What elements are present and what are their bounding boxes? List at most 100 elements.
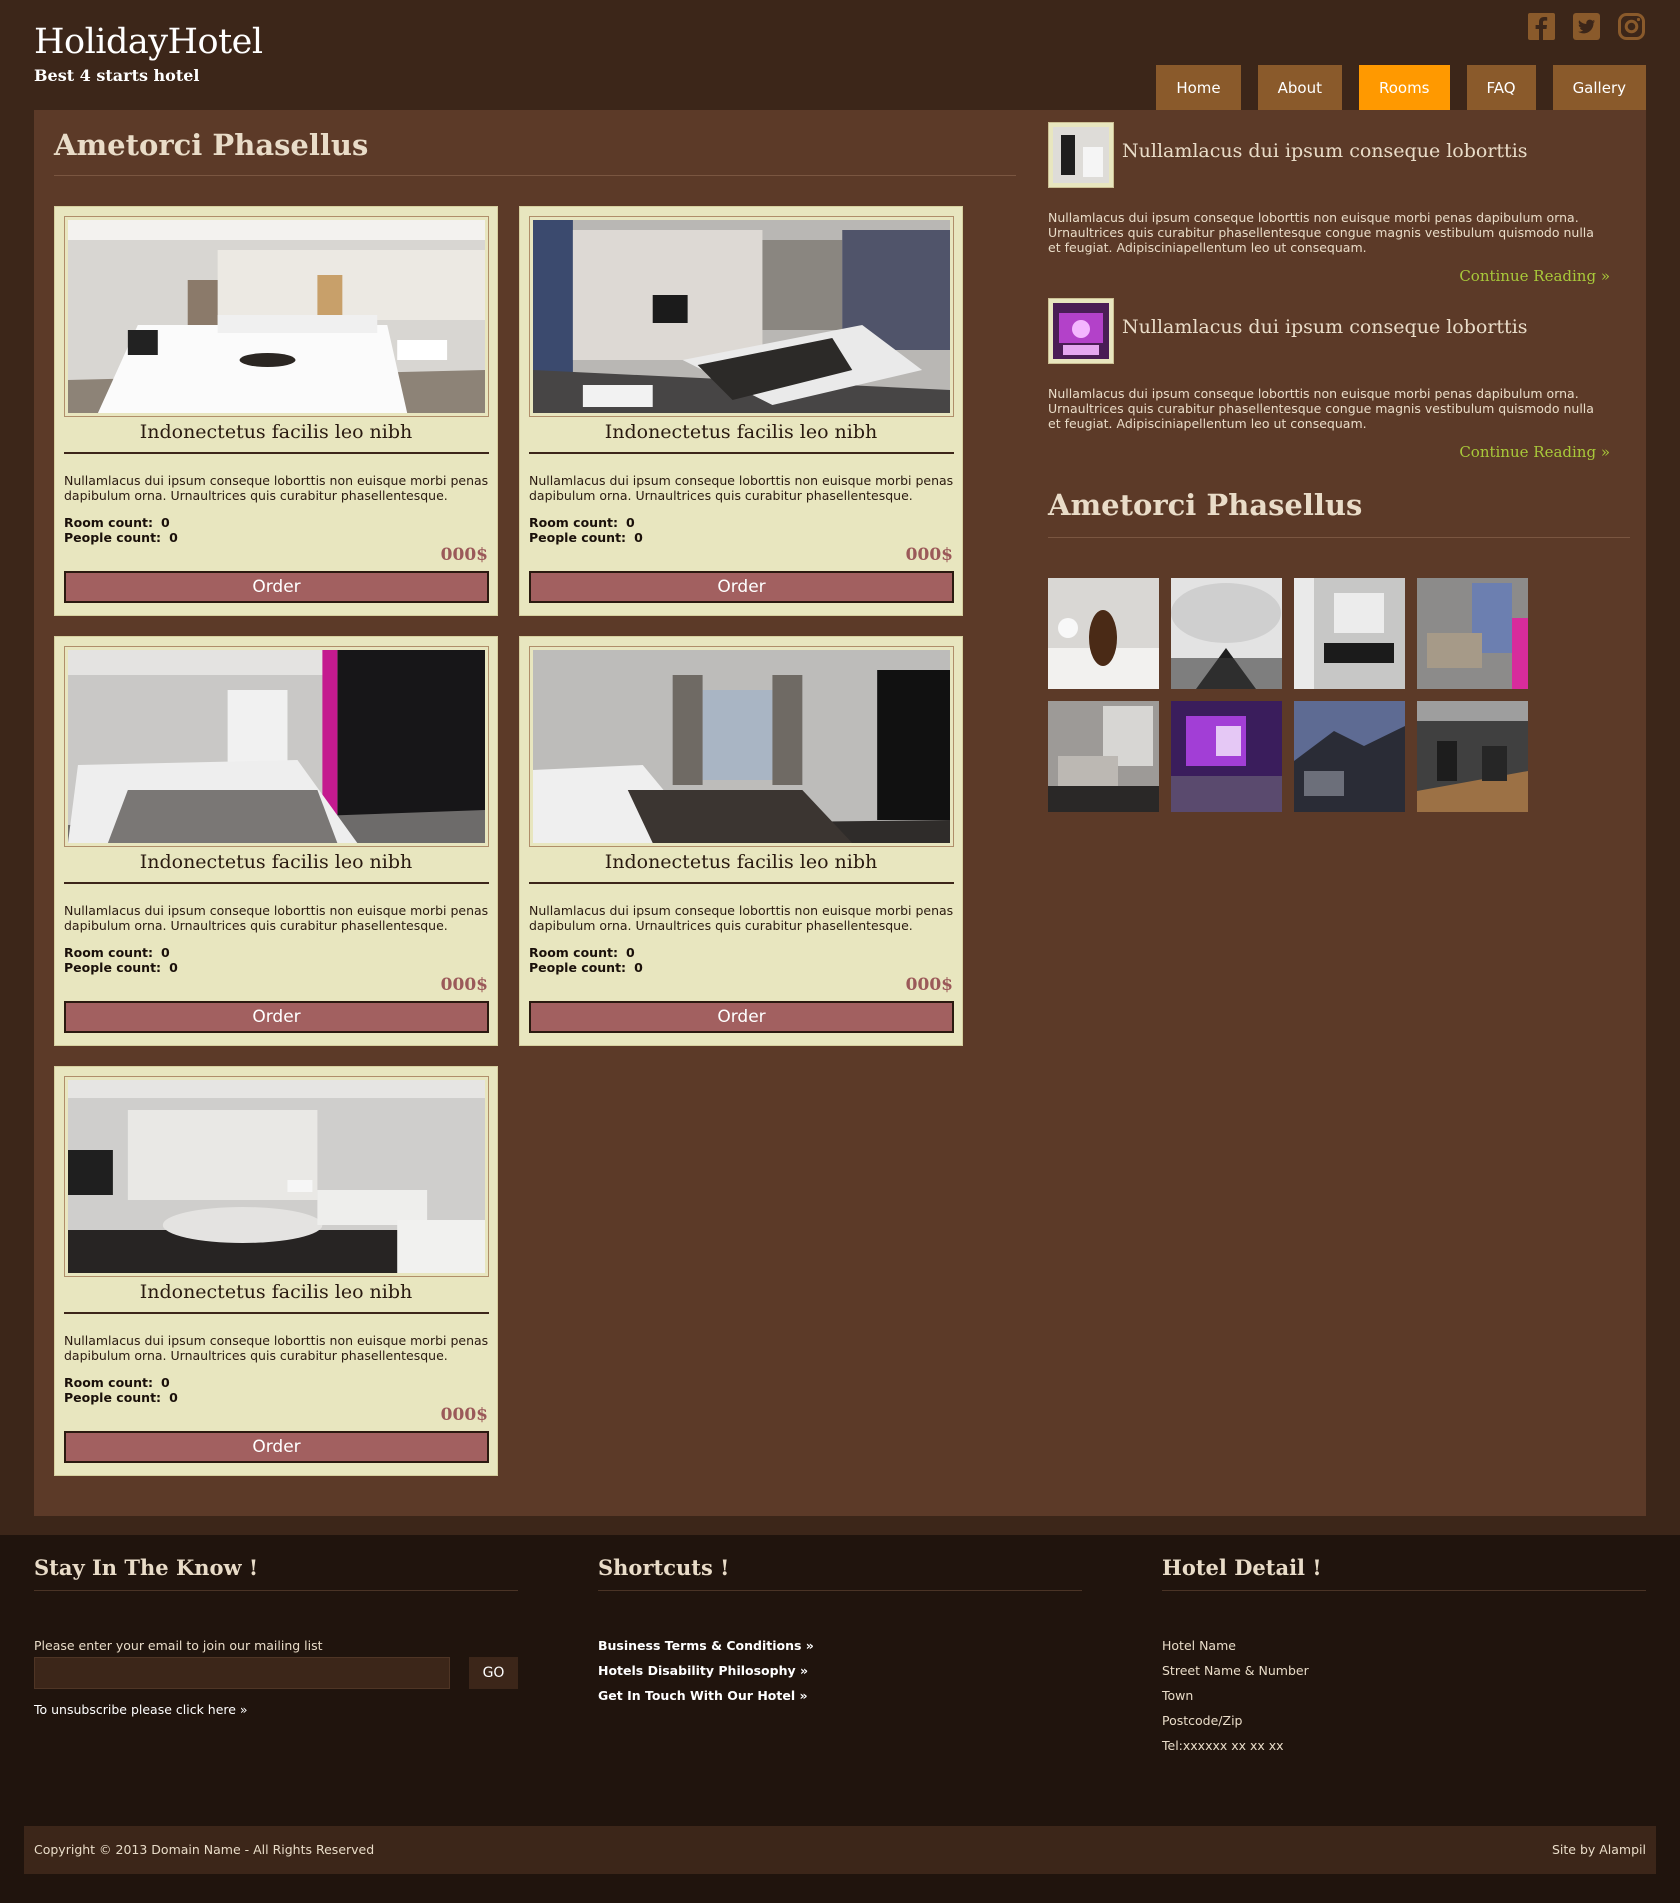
people-count-value: 0	[169, 960, 178, 975]
continue-reading-link[interactable]: Continue Reading »	[1459, 267, 1610, 285]
instagram-icon[interactable]	[1617, 12, 1646, 41]
room-count-value: 0	[160, 1375, 170, 1390]
gallery-thumbnail[interactable]	[1417, 578, 1528, 689]
continue-reading-link[interactable]: Continue Reading »	[1459, 443, 1610, 461]
main-panel: Ametorci Phasellus Indonectetus facilis …	[34, 110, 1646, 1516]
gallery-thumbnail[interactable]	[1294, 701, 1405, 812]
copyright-text: Copyright © 2013 Domain Name - All Right…	[34, 1842, 375, 1857]
main-nav: Home About Rooms FAQ Gallery	[1156, 65, 1646, 110]
gallery-thumbnail[interactable]	[1294, 578, 1405, 689]
post-title[interactable]: Nullamlacus dui ipsum conseque loborttis	[1122, 140, 1528, 162]
divider	[529, 882, 954, 884]
order-button[interactable]: Order	[529, 1001, 954, 1033]
gallery-thumbnail[interactable]	[1417, 701, 1528, 812]
order-button[interactable]: Order	[64, 571, 489, 603]
room-count-label: Room count:	[529, 515, 618, 530]
hotel-detail-line: Street Name & Number	[1162, 1663, 1309, 1678]
shortcut-link[interactable]: Get In Touch With Our Hotel »	[598, 1688, 808, 1703]
room-description: Nullamlacus dui ipsum conseque loborttis…	[529, 903, 954, 933]
room-meta: Room count: 0 People count: 0	[529, 515, 643, 545]
room-photo[interactable]	[64, 1076, 489, 1277]
nav-about[interactable]: About	[1257, 65, 1342, 110]
divider	[64, 1312, 489, 1314]
photo-gallery	[1048, 578, 1528, 812]
copyright-bar: Copyright © 2013 Domain Name - All Right…	[24, 1826, 1656, 1874]
content-title: Ametorci Phasellus	[54, 128, 369, 162]
go-button[interactable]: GO	[469, 1657, 518, 1689]
room-card: Indonectetus facilis leo nibh Nullamlacu…	[54, 206, 498, 616]
room-title: Indonectetus facilis leo nibh	[604, 421, 878, 443]
nav-rooms[interactable]: Rooms	[1358, 65, 1450, 110]
divider	[34, 1590, 518, 1591]
divider	[598, 1590, 1082, 1591]
room-count-value: 0	[160, 515, 170, 530]
hotel-detail-line: Tel:xxxxxx xx xx xx	[1162, 1738, 1284, 1753]
facebook-icon[interactable]	[1527, 12, 1556, 41]
site-credit-link[interactable]: Site by Alampil	[1552, 1842, 1646, 1857]
room-photo[interactable]	[529, 216, 954, 417]
unsubscribe-link[interactable]: To unsubscribe please click here »	[34, 1702, 248, 1717]
divider	[1048, 537, 1630, 538]
email-field[interactable]	[34, 1657, 450, 1689]
social-links	[1527, 12, 1646, 41]
room-meta: Room count: 0 People count: 0	[64, 1375, 178, 1405]
shortcut-link[interactable]: Hotels Disability Philosophy »	[598, 1663, 808, 1678]
room-card: Indonectetus facilis leo nibh Nullamlacu…	[519, 206, 963, 616]
shortcuts-section: Shortcuts ! Business Terms & Conditions …	[598, 1555, 1082, 1755]
nav-faq[interactable]: FAQ	[1466, 65, 1536, 110]
people-count-value: 0	[169, 530, 178, 545]
shortcut-link[interactable]: Business Terms & Conditions »	[598, 1638, 814, 1653]
gallery-thumbnail[interactable]	[1048, 701, 1159, 812]
nav-gallery[interactable]: Gallery	[1552, 65, 1646, 110]
room-photo[interactable]	[64, 646, 489, 847]
room-count-label: Room count:	[64, 515, 153, 530]
divider	[529, 452, 954, 454]
room-count-value: 0	[160, 945, 170, 960]
newsletter-label: Please enter your email to join our mail…	[34, 1638, 323, 1653]
post-text: Nullamlacus dui ipsum conseque loborttis…	[1048, 210, 1594, 255]
room-price: 000$	[440, 545, 488, 565]
room-description: Nullamlacus dui ipsum conseque loborttis…	[64, 903, 489, 933]
order-button[interactable]: Order	[64, 1431, 489, 1463]
gallery-thumbnail[interactable]	[1171, 578, 1282, 689]
people-count-label: People count:	[529, 960, 627, 975]
hotel-detail-line: Postcode/Zip	[1162, 1713, 1243, 1728]
gallery-title: Ametorci Phasellus	[1048, 488, 1363, 522]
room-count-value: 0	[625, 515, 635, 530]
people-count-label: People count:	[64, 960, 162, 975]
gallery-thumbnail[interactable]	[1048, 578, 1159, 689]
hotel-detail-section: Hotel Detail ! Hotel Name Street Name & …	[1162, 1555, 1646, 1755]
room-count-value: 0	[625, 945, 635, 960]
room-card: Indonectetus facilis leo nibh Nullamlacu…	[519, 636, 963, 1046]
gallery-thumbnail[interactable]	[1171, 701, 1282, 812]
post-title[interactable]: Nullamlacus dui ipsum conseque loborttis	[1122, 316, 1528, 338]
twitter-icon[interactable]	[1572, 12, 1601, 41]
room-price: 000$	[440, 1405, 488, 1425]
room-photo[interactable]	[64, 216, 489, 417]
room-card: Indonectetus facilis leo nibh Nullamlacu…	[54, 1066, 498, 1476]
room-title: Indonectetus facilis leo nibh	[139, 851, 413, 873]
people-count-value: 0	[634, 960, 643, 975]
room-title: Indonectetus facilis leo nibh	[139, 421, 413, 443]
room-description: Nullamlacus dui ipsum conseque loborttis…	[64, 473, 489, 503]
post-text: Nullamlacus dui ipsum conseque loborttis…	[1048, 386, 1594, 431]
people-count-value: 0	[169, 1390, 178, 1405]
room-count-label: Room count:	[64, 945, 153, 960]
room-meta: Room count: 0 People count: 0	[64, 515, 178, 545]
order-button[interactable]: Order	[64, 1001, 489, 1033]
newsletter-section: Stay In The Know ! Please enter your ema…	[34, 1555, 518, 1755]
room-price: 000$	[440, 975, 488, 995]
order-button[interactable]: Order	[529, 571, 954, 603]
post-thumbnail[interactable]	[1048, 122, 1114, 188]
people-count-value: 0	[634, 530, 643, 545]
room-description: Nullamlacus dui ipsum conseque loborttis…	[64, 1333, 489, 1363]
room-meta: Room count: 0 People count: 0	[529, 945, 643, 975]
room-photo[interactable]	[529, 646, 954, 847]
nav-home[interactable]: Home	[1156, 65, 1241, 110]
people-count-label: People count:	[64, 1390, 162, 1405]
room-description: Nullamlacus dui ipsum conseque loborttis…	[529, 473, 954, 503]
people-count-label: People count:	[64, 530, 162, 545]
post-thumbnail[interactable]	[1048, 298, 1114, 364]
hotel-detail-heading: Hotel Detail !	[1162, 1555, 1322, 1580]
site-title[interactable]: HolidayHotel	[34, 22, 263, 62]
